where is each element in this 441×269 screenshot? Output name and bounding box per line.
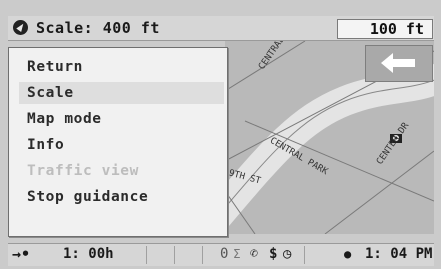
scale-label: Scale: 400 ft xyxy=(36,19,160,37)
compass-icon xyxy=(13,20,28,35)
top-status-bar: Scale: 400 ft 100 ft xyxy=(8,16,434,41)
menu-item-traffic-view[interactable]: Traffic view xyxy=(27,163,139,179)
back-button[interactable] xyxy=(365,45,433,82)
phone-icon: ✆ xyxy=(250,246,258,261)
divider xyxy=(202,246,203,264)
signal-icon: ⵉ xyxy=(233,247,241,261)
menu-item-scale[interactable]: Scale xyxy=(27,85,74,101)
eta-label: 1: 00h xyxy=(63,246,114,262)
options-menu: Return Scale Map mode Info Traffic view … xyxy=(8,47,228,237)
menu-item-stop-guidance[interactable]: Stop guidance xyxy=(27,189,148,205)
scale-value: 100 ft xyxy=(369,20,424,38)
dollar-icon: $ xyxy=(269,246,278,262)
left-arrow-icon xyxy=(381,53,415,73)
clock-time: 1: 04 PM xyxy=(365,246,433,262)
route-arrow-icon: →• xyxy=(12,245,31,263)
menu-item-map-mode[interactable]: Map mode xyxy=(27,111,102,127)
clock-icon: ◷ xyxy=(283,246,292,262)
divider xyxy=(304,246,305,264)
satellite-count: 0 xyxy=(220,246,229,262)
scale-value-box: 100 ft xyxy=(337,19,433,39)
divider xyxy=(146,246,147,264)
divider xyxy=(174,246,175,264)
dot-icon: ● xyxy=(344,247,352,261)
menu-item-return[interactable]: Return xyxy=(27,59,83,75)
bottom-status-bar: →• 1: 00h 0 ⵉ ✆ $ ◷ ● 1: 04 PM xyxy=(8,243,434,266)
menu-item-info[interactable]: Info xyxy=(27,137,64,153)
navigation-screen: Scale: 400 ft 100 ft CENTRAL PARK W CENT… xyxy=(0,0,441,269)
